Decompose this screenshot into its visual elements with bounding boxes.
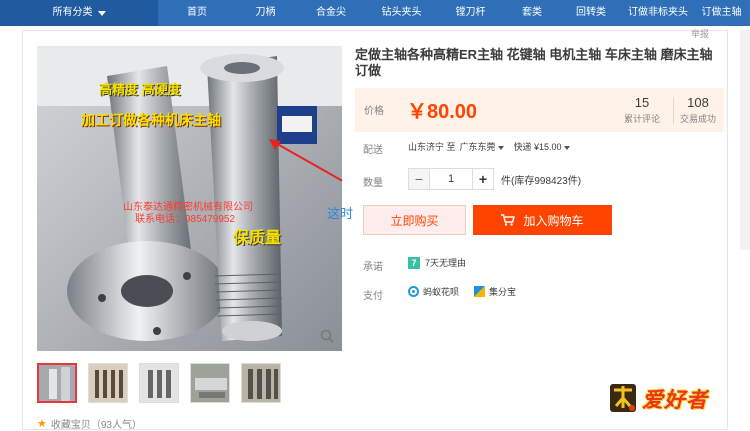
nav-item-alloy-tip[interactable]: 合金尖	[295, 0, 367, 26]
quantity-decrease-button[interactable]: −	[408, 168, 430, 190]
delivery-destination-label: 广东东莞	[459, 142, 496, 152]
star-icon: ★	[37, 418, 47, 430]
chevron-down-icon	[497, 146, 504, 150]
overlay-phone-text: 联系电话：985479952	[135, 214, 236, 225]
overlay-custom-text: 加工订做各种机床主轴	[81, 112, 221, 128]
chevron-down-icon	[563, 146, 570, 150]
zoom-icon[interactable]	[320, 329, 334, 343]
reviews-stat[interactable]: 15 累计评论	[617, 95, 667, 125]
price-box: 价格 ￥80.00 15 累计评论 108 交易成功	[355, 88, 724, 132]
add-to-cart-label: 加入购物车	[523, 213, 584, 228]
jifenbao-icon	[474, 286, 486, 297]
nav-item-rotary[interactable]: 回转类	[559, 0, 623, 26]
favorite-link[interactable]: ★ 收藏宝贝（93人气）	[37, 416, 142, 431]
thumbnail-5[interactable]	[241, 363, 281, 403]
delivery-destination[interactable]: 广东东莞	[460, 140, 504, 153]
favorite-label: 收藏宝贝（93人气）	[50, 420, 142, 431]
overlay-quality-text: 保质量	[233, 230, 282, 247]
nav-item-custom-chuck[interactable]: 订做非标夹头	[623, 0, 693, 26]
thumbnail-image	[191, 364, 229, 402]
sales-count: 108	[687, 95, 709, 110]
huabei-icon	[408, 286, 419, 297]
stock-info: 件(库存998423件)	[501, 175, 582, 187]
product-title: 定做主轴各种高精ER主轴 花键轴 电机主轴 车床主轴 磨床主轴订做	[355, 47, 713, 78]
thumbnail-image	[242, 364, 280, 402]
quantity-stepper: − 1 + 件(库存998423件)	[408, 168, 581, 190]
payment-label: 支付	[363, 291, 383, 302]
sales-stat: 108 交易成功	[675, 95, 721, 125]
overlay-precision-text: 高精度 高硬度	[99, 82, 181, 97]
report-link[interactable]: 举报	[691, 27, 709, 40]
watermark-text: 爱好者	[642, 389, 708, 412]
delivery-method-label: 快递 ¥15.00	[513, 142, 562, 152]
sales-label: 交易成功	[679, 114, 716, 124]
nav-all-categories[interactable]: 所有分类	[0, 0, 158, 26]
reviews-count: 15	[634, 95, 650, 110]
promise-label: 承诺	[363, 262, 383, 273]
thumbnail-2[interactable]	[88, 363, 128, 403]
buy-now-button[interactable]: 立即购买	[363, 205, 466, 235]
payment-huabei-label: 蚂蚁花呗	[423, 287, 460, 297]
nav-all-categories-label: 所有分类	[52, 7, 93, 18]
thumbnail-3[interactable]	[139, 363, 179, 403]
stat-divider	[673, 97, 674, 124]
nav-item-tool-holder[interactable]: 刀柄	[236, 0, 295, 26]
thumbnail-strip	[37, 363, 281, 403]
promise-row[interactable]: 7 7天无理由	[408, 256, 466, 269]
promise-text: 7天无理由	[425, 258, 467, 268]
payment-jifenbao[interactable]: 集分宝	[474, 285, 516, 298]
annotation-text: 这时	[327, 206, 354, 221]
nav-item-drill-chuck[interactable]: 钻头夹头	[367, 0, 436, 26]
quantity-increase-button[interactable]: +	[472, 168, 494, 190]
payment-huabei[interactable]: 蚂蚁花呗	[408, 285, 459, 298]
thumbnail-image	[89, 364, 127, 402]
payment-row: 蚂蚁花呗 集分宝	[408, 285, 526, 298]
nav-item-home[interactable]: 首页	[158, 0, 236, 26]
add-to-cart-button[interactable]: 加入购物车	[473, 205, 612, 235]
chevron-down-icon	[97, 10, 106, 16]
watermark-logo: 爱好者	[608, 378, 732, 418]
delivery-label: 配送	[363, 145, 383, 156]
delivery-from: 山东济宁 至	[408, 142, 456, 152]
thumbnail-4[interactable]	[190, 363, 230, 403]
price-label: 价格	[364, 106, 384, 117]
main-product-image[interactable]: 高精度 高硬度 加工订做各种机床主轴 山东泰达通精密机械有限公司 联系电话：98…	[37, 46, 342, 351]
seven-day-return-icon: 7	[408, 256, 420, 269]
thumbnail-1[interactable]	[37, 363, 77, 403]
payment-jifenbao-label: 集分宝	[489, 287, 517, 297]
thumbnail-image	[39, 365, 75, 401]
top-nav: 所有分类 首页 刀柄 合金尖 钻头夹头 镗刀杆 套类 回转类 订做非标夹头 订做…	[0, 0, 750, 26]
nav-item-boring-bar[interactable]: 镗刀杆	[436, 0, 505, 26]
delivery-row: 山东济宁 至 广东东莞 快递 ¥15.00	[408, 140, 570, 153]
thumbnail-image	[140, 364, 178, 402]
reviews-label: 累计评论	[623, 114, 660, 124]
cart-icon	[501, 214, 516, 226]
nav-item-custom-spindle[interactable]: 订做主轴	[693, 0, 750, 26]
quantity-input[interactable]: 1	[430, 168, 472, 190]
nav-item-sleeves[interactable]: 套类	[505, 0, 559, 26]
quantity-label: 数量	[363, 178, 383, 189]
price-value: ￥80.00	[407, 101, 478, 123]
right-sidebar-edge	[740, 30, 750, 250]
delivery-method[interactable]: 快递 ¥15.00	[514, 140, 570, 153]
